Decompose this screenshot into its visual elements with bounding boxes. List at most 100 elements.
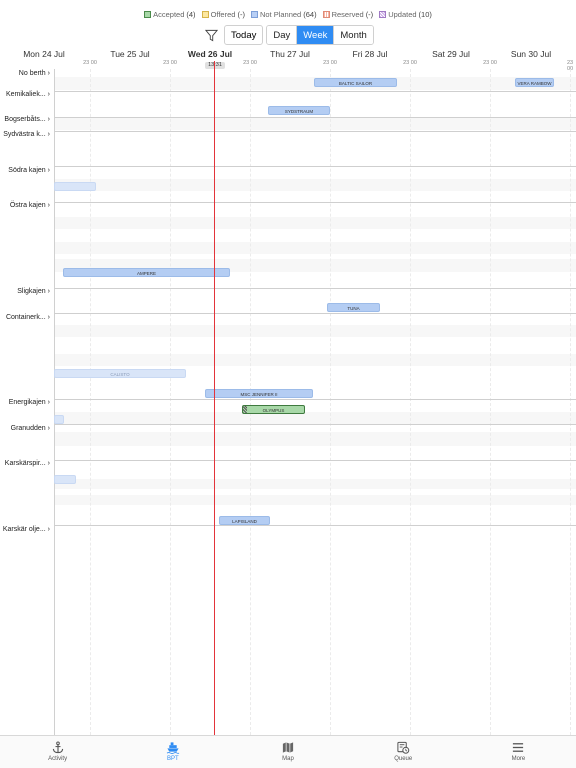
vessel-bar-tuna[interactable]: TUNA	[327, 303, 380, 312]
legend-updated[interactable]: Updated (10)	[379, 10, 432, 19]
vessel-bar-msc-jennifer-ii[interactable]: MSC JENNIFER II	[205, 389, 313, 398]
lane-stripe	[54, 432, 576, 446]
berth-label-bogserbatskajen[interactable]: Bogserbåts... ›	[0, 116, 54, 123]
vessel-bar[interactable]	[54, 415, 64, 424]
berth-label-kemikaliekajen[interactable]: Kemikaliek... ›	[0, 91, 54, 98]
current-time-line	[214, 61, 215, 735]
hour-label: 23 00	[403, 60, 417, 66]
berth-separator	[54, 131, 576, 132]
grid-vline	[90, 69, 91, 735]
berth-planning-grid[interactable]: No berth › Kemikaliek... › Bogserbåts... › …	[0, 69, 576, 735]
vessel-bar-olympus[interactable]: OLYMPUS	[242, 405, 305, 414]
lane-stripe	[54, 242, 576, 254]
day-label[interactable]: Sun 30 Jul	[511, 49, 551, 59]
day-label-today[interactable]: Wed 26 Jul	[188, 49, 232, 59]
lane-stripe	[54, 495, 576, 505]
menu-icon	[513, 743, 524, 752]
day-label[interactable]: Fri 28 Jul	[353, 49, 388, 59]
grid-left-axis	[54, 69, 55, 735]
day-label[interactable]: Sat 29 Jul	[432, 49, 470, 59]
berth-label-karskar-oljehamn[interactable]: Karskär olje... ›	[0, 526, 54, 533]
hour-label: 23 00	[323, 60, 337, 66]
vessel-bar-sydstraum[interactable]: SYDSTRAUM	[268, 106, 330, 115]
tab-more[interactable]: More	[461, 736, 576, 768]
chevron-right-icon: ›	[47, 202, 50, 209]
offered-swatch-icon	[201, 11, 209, 18]
tab-map[interactable]: Map	[230, 736, 345, 768]
day-view-button[interactable]: Day	[267, 26, 298, 44]
berth-label-sodra-kajen[interactable]: Södra kajen ›	[0, 167, 54, 174]
lane-stripe	[54, 217, 576, 229]
vessel-bar-baltic-sailor[interactable]: BALTIC SAILOR	[314, 78, 397, 87]
map-icon	[282, 742, 294, 753]
lane-stripe	[54, 325, 576, 337]
berth-label-granudden[interactable]: Granudden ›	[0, 425, 54, 432]
today-button[interactable]: Today	[224, 25, 264, 45]
vessel-bar-vera-rambow[interactable]: VERA RAMBOW	[515, 78, 554, 87]
lane-stripe	[54, 354, 576, 366]
berth-separator	[54, 202, 576, 203]
day-label[interactable]: Tue 25 Jul	[110, 49, 149, 59]
chevron-right-icon: ›	[47, 526, 50, 533]
lane-stripe	[54, 479, 576, 489]
chevron-right-icon: ›	[47, 399, 50, 406]
grid-vline	[170, 69, 171, 735]
ship-icon	[166, 742, 180, 754]
hour-label: 23 00	[163, 60, 177, 66]
week-view-button[interactable]: Week	[297, 26, 335, 44]
tab-queue[interactable]: Queue	[346, 736, 461, 768]
timeline-hour-header: 23 00 23 00 23 00 23 00 23 00 23 00 23 0…	[0, 60, 576, 72]
legend-not-planned[interactable]: Not Planned (64)	[250, 10, 317, 19]
berth-separator	[54, 525, 576, 526]
berth-label-containerkajen[interactable]: Containerk... ›	[0, 314, 54, 321]
berth-separator	[54, 460, 576, 461]
chevron-right-icon: ›	[47, 314, 50, 321]
lane-stripe	[54, 179, 576, 191]
vessel-bar[interactable]	[54, 182, 96, 191]
grid-vline	[250, 69, 251, 735]
chevron-right-icon: ›	[47, 70, 50, 77]
berth-label-no-berth[interactable]: No berth ›	[0, 70, 54, 77]
day-label[interactable]: Thu 27 Jul	[270, 49, 310, 59]
chevron-right-icon: ›	[47, 167, 50, 174]
hour-label: 23 00	[83, 60, 97, 66]
berth-label-sligkajen[interactable]: Sligkajen ›	[0, 288, 54, 295]
filter-icon	[204, 29, 218, 41]
chevron-right-icon: ›	[47, 460, 50, 467]
chevron-right-icon: ›	[47, 91, 50, 98]
view-toolbar: Today Day Week Month	[198, 25, 374, 45]
berth-label-energikajen[interactable]: Energikajen ›	[0, 399, 54, 406]
view-segmented-control: Day Week Month	[266, 25, 374, 45]
hour-label: 23 00	[243, 60, 257, 66]
chevron-right-icon: ›	[47, 131, 50, 138]
berth-label-karskarspiren[interactable]: Karskärspir... ›	[0, 460, 54, 467]
berth-separator	[54, 313, 576, 314]
berth-separator	[54, 91, 576, 92]
queue-icon	[397, 741, 410, 754]
vessel-bar[interactable]	[54, 475, 76, 484]
vessel-bar-lapisland[interactable]: LAPISLAND	[219, 516, 270, 525]
bottom-tab-bar: Activity BPT Map Queue More	[0, 735, 576, 768]
berth-separator	[54, 399, 576, 400]
anchor-icon	[52, 741, 63, 754]
berth-label-ostra-kajen[interactable]: Östra kajen ›	[0, 202, 54, 209]
day-label[interactable]: Mon 24 Jul	[23, 49, 65, 59]
berth-separator	[54, 117, 576, 118]
legend-reserved[interactable]: Reserved (-)	[322, 10, 373, 19]
updated-hatch-icon	[243, 406, 247, 413]
legend-offered[interactable]: Offered (-)	[201, 10, 245, 19]
legend-accepted[interactable]: Accepted (4)	[144, 10, 196, 19]
tab-activity[interactable]: Activity	[0, 736, 115, 768]
grid-vline	[490, 69, 491, 735]
chevron-right-icon: ›	[47, 425, 50, 432]
chevron-right-icon: ›	[47, 288, 50, 295]
berth-label-sydvastra-kajen[interactable]: Sydvästra k... ›	[0, 131, 54, 138]
berth-separator	[54, 424, 576, 425]
month-view-button[interactable]: Month	[334, 26, 373, 44]
tab-bpt[interactable]: BPT	[115, 736, 230, 768]
vessel-bar-ampere[interactable]: AMPERE	[63, 268, 230, 277]
vessel-bar-calisto[interactable]: CALISTO	[54, 369, 186, 378]
filter-button[interactable]	[198, 25, 224, 45]
lane-stripe	[54, 117, 576, 130]
grid-vline	[570, 69, 571, 735]
